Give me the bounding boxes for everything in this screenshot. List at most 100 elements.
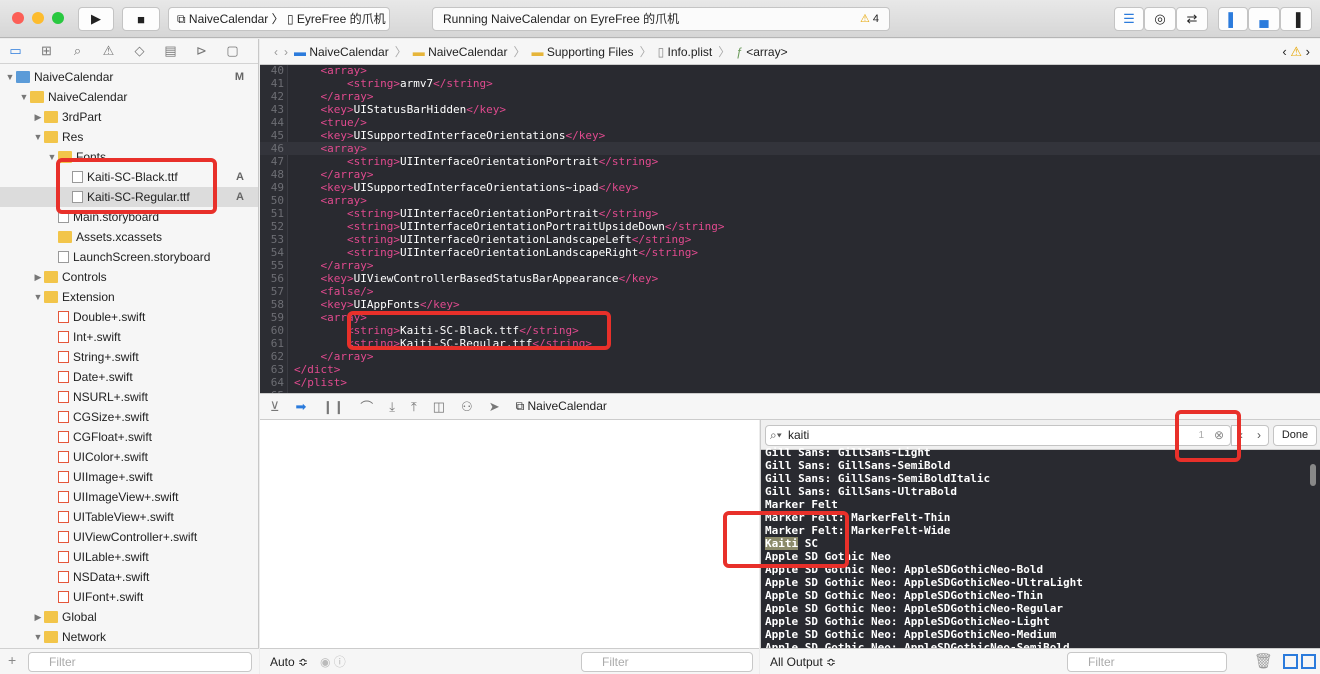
jump-bar-item[interactable]: ▯ Info.plist bbox=[658, 45, 713, 59]
disclosure-down-icon[interactable]: ▼ bbox=[32, 132, 44, 142]
code-line[interactable]: 50 <array> bbox=[260, 194, 1320, 207]
console-search-input[interactable]: ⌕▾ kaiti 1 ⊗ bbox=[765, 425, 1231, 446]
code-line[interactable]: 43 <key>UIStatusBarHidden</key> bbox=[260, 103, 1320, 116]
tree-item[interactable]: UITableView+.swift bbox=[0, 507, 258, 527]
search-icon[interactable]: ⌕ bbox=[62, 43, 93, 59]
tree-item[interactable]: UIImageView+.swift bbox=[0, 487, 258, 507]
tree-item[interactable]: Double+.swift bbox=[0, 307, 258, 327]
tree-item[interactable]: UIImage+.swift bbox=[0, 467, 258, 487]
eye-icon[interactable]: ◉ ⓘ bbox=[320, 653, 346, 670]
location-icon[interactable]: ➤ bbox=[489, 399, 500, 415]
previous-issue-icon[interactable]: ‹ bbox=[1282, 44, 1286, 59]
trash-icon[interactable]: 🗑 bbox=[1254, 652, 1273, 670]
tree-item[interactable]: ▶ 3rdPart bbox=[0, 107, 258, 127]
code-line[interactable]: 52 <string>UIInterfaceOrientationPortrai… bbox=[260, 220, 1320, 233]
code-line[interactable]: 54 <string>UIInterfaceOrientationLandsca… bbox=[260, 246, 1320, 259]
forward-icon[interactable]: › bbox=[284, 45, 288, 59]
split-left-icon[interactable] bbox=[1283, 654, 1298, 669]
version-editor-button[interactable]: ⇄ bbox=[1176, 7, 1208, 31]
code-line[interactable]: 41 <string>armv7</string> bbox=[260, 77, 1320, 90]
tree-item[interactable]: NSURL+.swift bbox=[0, 387, 258, 407]
next-issue-icon[interactable]: › bbox=[1306, 44, 1310, 59]
debug-icon[interactable]: ▤ bbox=[155, 43, 186, 59]
code-line[interactable]: 56 <key>UIViewControllerBasedStatusBarAp… bbox=[260, 272, 1320, 285]
toggle-inspector-button[interactable]: ▐ bbox=[1280, 7, 1312, 31]
variables-filter-input[interactable]: Filter bbox=[581, 652, 753, 672]
warning-icon[interactable]: ⚠ bbox=[1290, 44, 1302, 59]
test-icon[interactable]: ◇ bbox=[124, 43, 155, 59]
hide-debug-icon[interactable]: ⊻ bbox=[270, 399, 280, 415]
tree-item[interactable]: UIFont+.swift bbox=[0, 587, 258, 607]
step-in-icon[interactable]: ⤓ bbox=[389, 399, 395, 415]
standard-editor-button[interactable]: ☰ bbox=[1114, 7, 1144, 31]
code-line[interactable]: 44 <true/> bbox=[260, 116, 1320, 129]
navigator-filter-input[interactable]: Filter bbox=[28, 652, 252, 672]
code-line[interactable]: 48 </array> bbox=[260, 168, 1320, 181]
tree-item[interactable]: UIViewController+.swift bbox=[0, 527, 258, 547]
code-line[interactable]: 64 </plist> bbox=[260, 376, 1320, 389]
tree-item[interactable]: ▶ Global bbox=[0, 607, 258, 627]
code-line[interactable]: 47 <string>UIInterfaceOrientationPortrai… bbox=[260, 155, 1320, 168]
scheme-selector[interactable]: ⧉ NaiveCalendar 〉 ▯ EyreFree 的爪机 bbox=[168, 7, 390, 31]
tree-item[interactable]: String+.swift bbox=[0, 347, 258, 367]
step-out-icon[interactable]: ⤒ bbox=[411, 399, 417, 415]
breakpoint-icon[interactable]: ⊳ bbox=[186, 43, 217, 59]
tree-item[interactable]: LaunchScreen.storyboard bbox=[0, 247, 258, 267]
console-scrollbar[interactable] bbox=[1310, 464, 1316, 486]
zoom-window-button[interactable] bbox=[52, 12, 64, 24]
tree-item[interactable]: NSData+.swift bbox=[0, 567, 258, 587]
disclosure-down-icon[interactable]: ▼ bbox=[4, 72, 16, 82]
code-line[interactable]: 53 <string>UIInterfaceOrientationLandsca… bbox=[260, 233, 1320, 246]
toggle-debug-button[interactable]: ▄ bbox=[1248, 7, 1280, 31]
code-line[interactable]: 63 </dict> bbox=[260, 363, 1320, 376]
jump-bar-item[interactable]: ▬ NaiveCalendar bbox=[294, 45, 389, 59]
tree-item[interactable]: ▼ NaiveCalendar M bbox=[0, 67, 258, 87]
code-line[interactable]: 62 </array> bbox=[260, 350, 1320, 363]
disclosure-right-icon[interactable]: ▶ bbox=[32, 272, 44, 283]
jump-bar-item[interactable]: ▬ Supporting Files bbox=[532, 45, 634, 59]
console-filter-input[interactable]: Filter bbox=[1067, 652, 1227, 672]
pause-icon[interactable]: ❙❙ bbox=[322, 399, 344, 415]
next-match-icon[interactable]: › bbox=[1257, 426, 1261, 445]
assistant-editor-button[interactable]: ◎ bbox=[1144, 7, 1176, 31]
folder-icon[interactable]: ▭ bbox=[0, 43, 31, 59]
code-line[interactable]: 49 <key>UISupportedInterfaceOrientations… bbox=[260, 181, 1320, 194]
memory-graph-icon[interactable]: ⚇ bbox=[461, 399, 473, 415]
jump-bar-item[interactable]: ▬ NaiveCalendar bbox=[413, 45, 508, 59]
done-button[interactable]: Done bbox=[1273, 425, 1317, 446]
disclosure-down-icon[interactable]: ▼ bbox=[18, 92, 30, 102]
tree-item[interactable]: Int+.swift bbox=[0, 327, 258, 347]
tree-item[interactable]: ▼ Network bbox=[0, 627, 258, 647]
tree-item[interactable]: Assets.xcassets bbox=[0, 227, 258, 247]
code-line[interactable]: 46 <array> bbox=[260, 142, 1320, 155]
close-window-button[interactable] bbox=[12, 12, 24, 24]
tree-item[interactable]: Date+.swift bbox=[0, 367, 258, 387]
tree-item[interactable]: CGFloat+.swift bbox=[0, 427, 258, 447]
hierarchy-icon[interactable]: ⊞ bbox=[31, 43, 62, 59]
back-icon[interactable]: ‹ bbox=[274, 45, 278, 59]
tree-item[interactable]: ▶ Controls bbox=[0, 267, 258, 287]
disclosure-right-icon[interactable]: ▶ bbox=[32, 612, 44, 623]
tree-item[interactable]: CGSize+.swift bbox=[0, 407, 258, 427]
scope-selector[interactable]: Auto ≎ bbox=[270, 655, 308, 669]
warning-count[interactable]: ⚠ 4 bbox=[860, 8, 879, 30]
breakpoints-icon[interactable]: ➡ bbox=[296, 399, 307, 415]
run-button[interactable]: ▶ bbox=[78, 7, 114, 31]
code-line[interactable]: 58 <key>UIAppFonts</key> bbox=[260, 298, 1320, 311]
tree-item[interactable]: ▼ NaiveCalendar bbox=[0, 87, 258, 107]
tree-item[interactable]: UILable+.swift bbox=[0, 547, 258, 567]
step-over-icon[interactable]: ⌒ bbox=[360, 397, 373, 416]
toggle-navigator-button[interactable]: ▌ bbox=[1218, 7, 1248, 31]
code-line[interactable]: 57 <false/> bbox=[260, 285, 1320, 298]
tree-item[interactable]: UIColor+.swift bbox=[0, 447, 258, 467]
code-line[interactable]: 51 <string>UIInterfaceOrientationPortrai… bbox=[260, 207, 1320, 220]
stop-button[interactable]: ■ bbox=[122, 7, 160, 31]
code-line[interactable]: 42 </array> bbox=[260, 90, 1320, 103]
report-icon[interactable]: ▢ bbox=[217, 43, 248, 59]
disclosure-right-icon[interactable]: ▶ bbox=[32, 112, 44, 123]
add-icon[interactable]: + bbox=[8, 652, 16, 668]
tree-item[interactable]: ▼ Extension bbox=[0, 287, 258, 307]
split-right-icon[interactable] bbox=[1301, 654, 1316, 669]
disclosure-down-icon[interactable]: ▼ bbox=[32, 292, 44, 302]
output-selector[interactable]: All Output ≎ bbox=[770, 655, 836, 669]
